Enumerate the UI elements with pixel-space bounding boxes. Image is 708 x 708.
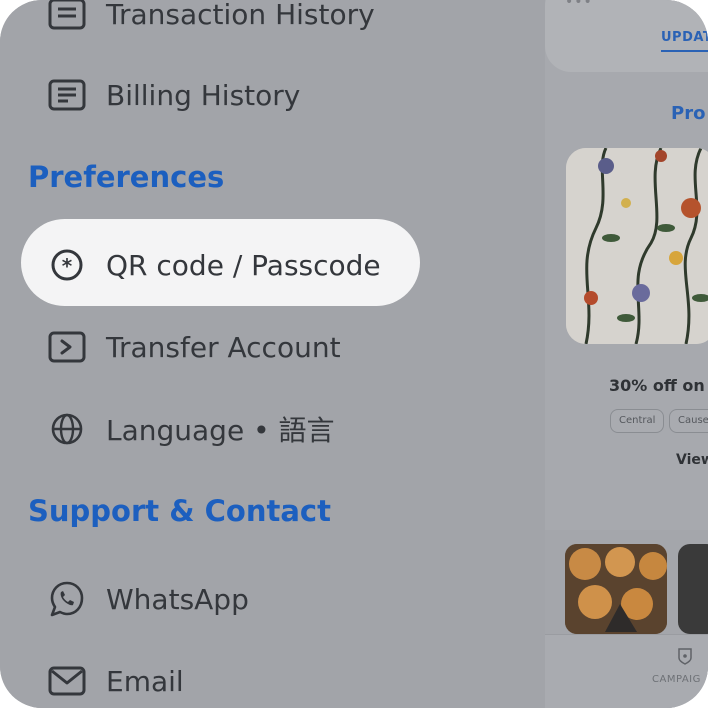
document-icon	[47, 75, 87, 115]
menu-label: Email	[106, 664, 184, 698]
secondary-image[interactable]	[678, 544, 708, 634]
more-dots: •••	[565, 0, 593, 10]
chip-causeway[interactable]: Causew	[669, 409, 708, 433]
chip-central[interactable]: Central	[610, 409, 665, 433]
menu-item-transfer-account[interactable]: Transfer Account	[47, 327, 341, 367]
tab-underline	[661, 50, 708, 52]
menu-label: QR code / Passcode	[106, 248, 381, 282]
menu-label: WhatsApp	[106, 582, 249, 616]
mail-icon	[47, 661, 87, 701]
menu-label: Transfer Account	[106, 330, 341, 364]
offer-title[interactable]: 30% off on	[609, 376, 705, 395]
menu-item-whatsapp[interactable]: WhatsApp	[47, 579, 249, 619]
menu-item-billing-history[interactable]: Billing History	[47, 75, 300, 115]
menu-item-email[interactable]: Email	[47, 661, 184, 701]
menu-label: Language • 語言	[106, 414, 335, 447]
nav-campaigns-label[interactable]: CAMPAIG	[652, 674, 701, 685]
view-button[interactable]: View	[676, 452, 708, 468]
transfer-icon	[47, 327, 87, 367]
floral-pattern-image	[566, 148, 708, 344]
menu-item-qr-code-passcode[interactable]: * QR code / Passcode	[47, 245, 381, 285]
mooncake-image[interactable]	[565, 544, 667, 634]
bottom-navbar	[545, 634, 708, 708]
menu-label: Transaction History	[106, 0, 375, 31]
shield-icon[interactable]	[677, 647, 693, 665]
promotions-heading: Pro	[671, 103, 706, 124]
menu-item-transaction-history[interactable]: Transaction History	[47, 0, 375, 34]
asterisk-icon: *	[47, 245, 87, 285]
menu-label: Billing History	[106, 78, 301, 112]
whatsapp-icon	[47, 579, 87, 619]
mooncake-picture	[565, 544, 667, 634]
svg-text:*: *	[62, 254, 73, 278]
globe-icon	[47, 409, 87, 449]
preferences-heading: Preferences	[28, 160, 225, 194]
tab-updates[interactable]: UPDAT	[661, 30, 708, 45]
menu-item-language[interactable]: Language • 語言	[47, 409, 335, 449]
support-contact-heading: Support & Contact	[28, 494, 331, 528]
receipt-icon	[47, 0, 87, 34]
app-frame: ••• UPDAT Pro 30% off on Central Causew …	[0, 0, 708, 708]
promo-image[interactable]	[566, 148, 708, 344]
